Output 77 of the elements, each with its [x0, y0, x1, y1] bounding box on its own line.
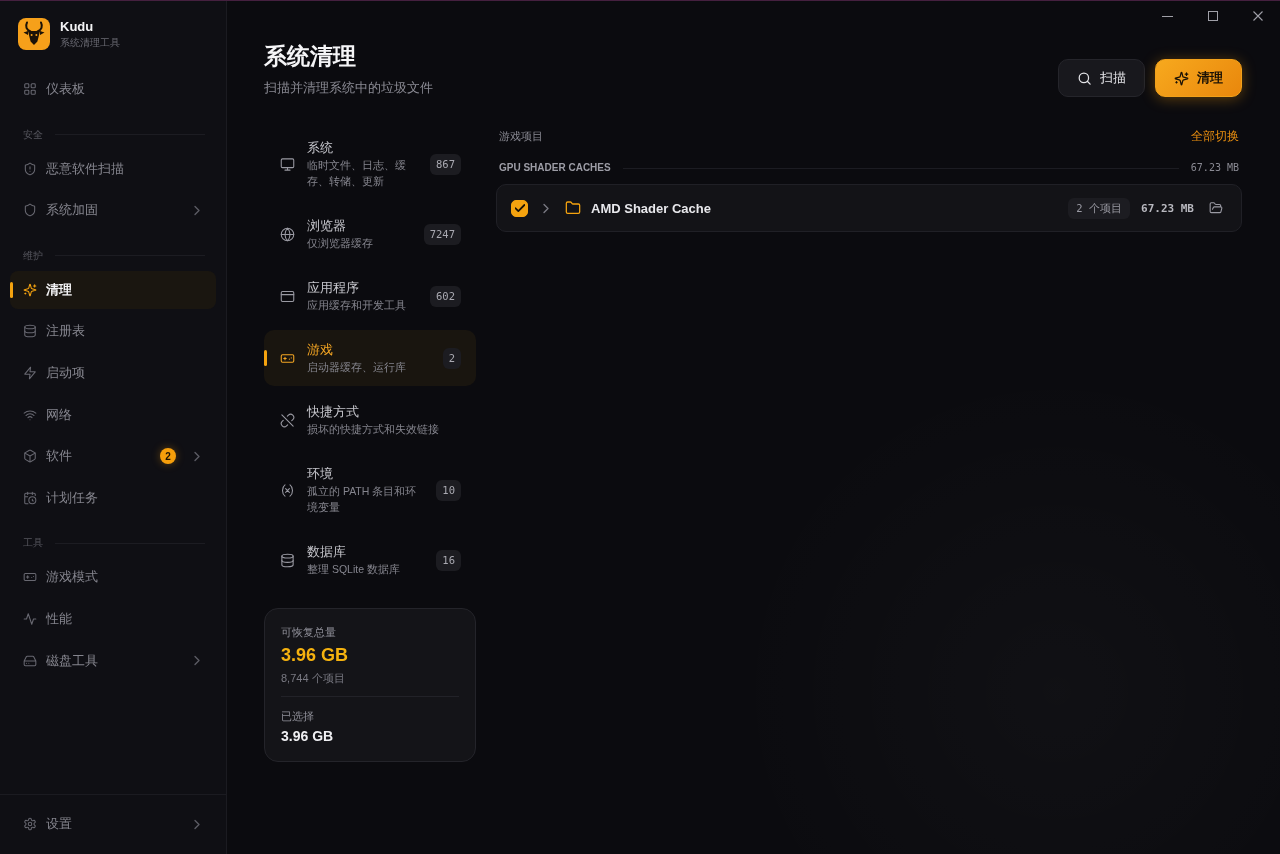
nav-item[interactable]: 网络 [10, 395, 216, 434]
entry-name: AMD Shader Cache [591, 200, 711, 216]
nav-item[interactable]: 清理 [10, 270, 216, 309]
count-badge: 867 [430, 153, 461, 175]
item-count-badge: 2 个项目 [1068, 197, 1130, 219]
lightning-icon [23, 365, 37, 380]
chevron-right-icon[interactable] [542, 202, 550, 214]
summary-label: 可恢复总量 [281, 625, 337, 640]
page-title: 系统清理 [264, 42, 357, 71]
category-item[interactable]: 数据库 整理 SQLite 数据库 16 [264, 532, 476, 588]
nav-item[interactable]: 磁盘工具 [10, 641, 216, 680]
folder-icon [565, 200, 581, 216]
shield-alert-icon [23, 161, 37, 176]
minimize-icon[interactable] [1162, 15, 1173, 17]
antelope-logo-icon [18, 18, 50, 50]
maximize-icon[interactable] [1207, 11, 1218, 21]
grid-icon [23, 82, 37, 96]
settings-item[interactable]: 设置 [10, 805, 216, 843]
pulse-line-icon [23, 611, 37, 626]
monitor-icon [280, 156, 295, 172]
section-heading: 维护 [23, 248, 43, 263]
nav-item[interactable]: 启动项 [10, 353, 216, 392]
count-badge: 2 [442, 347, 461, 369]
app-tagline: 系统清理工具 [60, 36, 120, 49]
group-title: GPU SHADER CACHES [499, 161, 611, 175]
hard-drive-icon [23, 653, 37, 668]
toggle-all-link[interactable]: 全部切换 [1191, 128, 1239, 144]
globe-icon [280, 226, 295, 242]
search-icon [1077, 70, 1092, 86]
nav-item[interactable]: 计划任务 [10, 478, 216, 517]
sparkles-icon [23, 282, 37, 297]
nav-item[interactable]: 软件 2 [10, 437, 216, 476]
nav-item[interactable]: 游戏模式 [10, 558, 216, 597]
section-label: 游戏项目 [499, 129, 543, 144]
category-item[interactable]: 环境 孤立的 PATH 条目和环境变量 10 [264, 454, 476, 526]
count-badge: 602 [430, 285, 461, 307]
category-item[interactable]: 快捷方式 损坏的快捷方式和失效链接 [264, 392, 476, 448]
category-item[interactable]: 应用程序 应用缓存和开发工具 602 [264, 268, 476, 324]
count-badge: 10 [436, 479, 461, 501]
close-icon[interactable] [1252, 11, 1263, 21]
variable-icon [280, 482, 295, 498]
scan-button[interactable]: 扫描 [1058, 59, 1145, 97]
selected-total: 3.96 GB [281, 727, 335, 746]
file-group-row[interactable]: AMD Shader Cache 2 个项目 67.23 MB [496, 184, 1242, 232]
nav-item[interactable]: 系统加固 [10, 191, 216, 230]
database-icon [23, 324, 37, 339]
group-size: 67.23 MB [1190, 161, 1239, 175]
category-item[interactable]: 游戏 启动器缓存、运行库 2 [264, 330, 476, 386]
nav-item[interactable]: 性能 [10, 599, 216, 638]
sparkles-icon [1174, 70, 1189, 86]
app-window-icon [280, 288, 295, 304]
section-heading: 安全 [23, 127, 43, 142]
shield-icon [23, 203, 37, 218]
nav-item[interactable]: 恶意软件扫描 [10, 149, 216, 188]
checkmark-icon [514, 204, 525, 212]
category-item[interactable]: 浏览器 仅浏览器缓存 7247 [264, 206, 476, 262]
count-badge: 16 [436, 549, 461, 571]
notification-badge: 2 [160, 448, 176, 465]
broken-link-icon [280, 412, 295, 428]
nav-item[interactable]: 仪表板 [10, 70, 216, 108]
database-icon [280, 552, 295, 568]
clean-button[interactable]: 清理 [1155, 59, 1242, 97]
page-subtitle: 扫描并清理系统中的垃圾文件 [264, 79, 433, 97]
count-badge: 7247 [423, 223, 461, 245]
category-item[interactable]: 系统 临时文件、日志、缓存、转储、更新 867 [264, 128, 476, 200]
entry-size: 67.23 MB [1141, 201, 1194, 215]
box-icon [23, 449, 37, 464]
selected-label: 已选择 [281, 709, 315, 724]
wifi-icon [23, 407, 37, 422]
item-count: 8,744 个项目 [281, 671, 346, 686]
app-name: Kudu [60, 19, 95, 35]
nav-item[interactable]: 注册表 [10, 312, 216, 351]
open-folder-icon[interactable] [1209, 201, 1223, 215]
settings-icon [23, 817, 37, 831]
calendar-clock-icon [23, 490, 37, 505]
checkbox[interactable] [511, 199, 528, 217]
recoverable-total: 3.96 GB [281, 644, 350, 667]
